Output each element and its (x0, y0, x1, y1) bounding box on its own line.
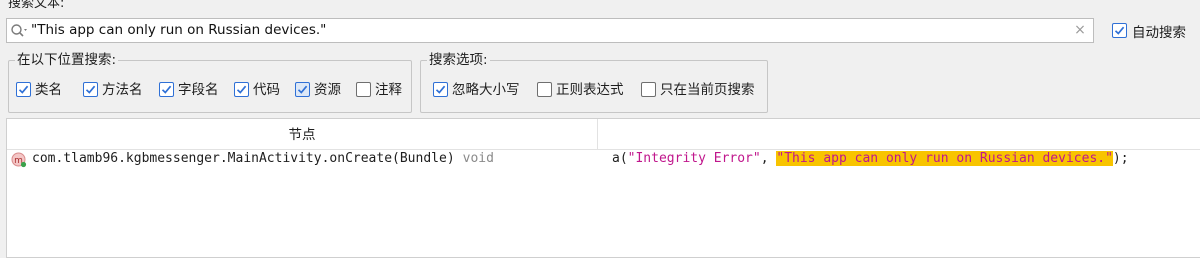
class-name-checkbox[interactable] (16, 82, 31, 97)
auto-search-checkbox[interactable] (1112, 23, 1127, 38)
resource-checkbox[interactable] (295, 82, 310, 97)
ignore-case-checkbox[interactable] (433, 82, 448, 97)
method-name-label[interactable]: 方法名 (102, 81, 143, 99)
current-page-label[interactable]: 只在当前页搜索 (660, 81, 755, 99)
node-return-type: void (462, 151, 494, 166)
search-location-title: 在以下位置搜索: (15, 51, 119, 69)
code-separator: , (760, 151, 777, 166)
clear-icon[interactable]: × (1073, 22, 1087, 38)
ignore-case-label[interactable]: 忽略大小写 (452, 81, 520, 99)
code-prefix: a( (612, 151, 628, 166)
field-name-checkbox[interactable] (159, 82, 174, 97)
search-location-group: 在以下位置搜索: 类名 方法名 字段名 代码 资源 注释 (8, 51, 412, 113)
method-name-checkbox[interactable] (83, 82, 98, 97)
code-match-highlight: "This app can only run on Russian device… (776, 151, 1113, 166)
auto-search-label[interactable]: 自动搜索 (1132, 21, 1186, 41)
node-signature: com.tlamb96.kgbmessenger.MainActivity.on… (32, 151, 455, 166)
row-code: a("Integrity Error", "This app can only … (612, 151, 1129, 166)
search-options-group: 搜索选项: 忽略大小写 正则表达式 只在当前页搜索 (420, 51, 768, 113)
code-checkbox[interactable] (234, 82, 249, 97)
code-label[interactable]: 代码 (253, 81, 280, 99)
column-header-node[interactable]: 节点 (7, 119, 598, 149)
table-row[interactable]: m com.tlamb96.kgbmessenger.MainActivity.… (7, 149, 1200, 169)
search-options-title: 搜索选项: (427, 51, 490, 69)
method-icon: m (11, 152, 27, 168)
regex-checkbox[interactable] (537, 82, 552, 97)
comment-checkbox[interactable] (356, 82, 371, 97)
table-header: 节点 (7, 119, 1200, 150)
column-header-code[interactable] (598, 119, 1200, 149)
search-input[interactable]: "This app can only run on Russian device… (6, 18, 1094, 43)
resource-label[interactable]: 资源 (314, 81, 341, 99)
comment-label[interactable]: 注释 (375, 81, 402, 99)
current-page-checkbox[interactable] (641, 82, 656, 97)
search-icon[interactable] (10, 23, 30, 39)
regex-label[interactable]: 正则表达式 (556, 81, 624, 99)
search-text-label: 搜索文本: (8, 0, 65, 11)
results-table: 节点 m com.tlamb96.kgbmessenger.MainActivi… (6, 118, 1200, 258)
search-dialog: 搜索文本: "This app can only run on Russian … (0, 0, 1200, 258)
row-node: com.tlamb96.kgbmessenger.MainActivity.on… (32, 151, 494, 166)
code-string: "Integrity Error" (627, 151, 761, 166)
field-name-label[interactable]: 字段名 (178, 81, 219, 99)
code-suffix: ); (1112, 151, 1129, 166)
search-value[interactable]: "This app can only run on Russian device… (31, 19, 326, 42)
class-name-label[interactable]: 类名 (35, 81, 62, 99)
